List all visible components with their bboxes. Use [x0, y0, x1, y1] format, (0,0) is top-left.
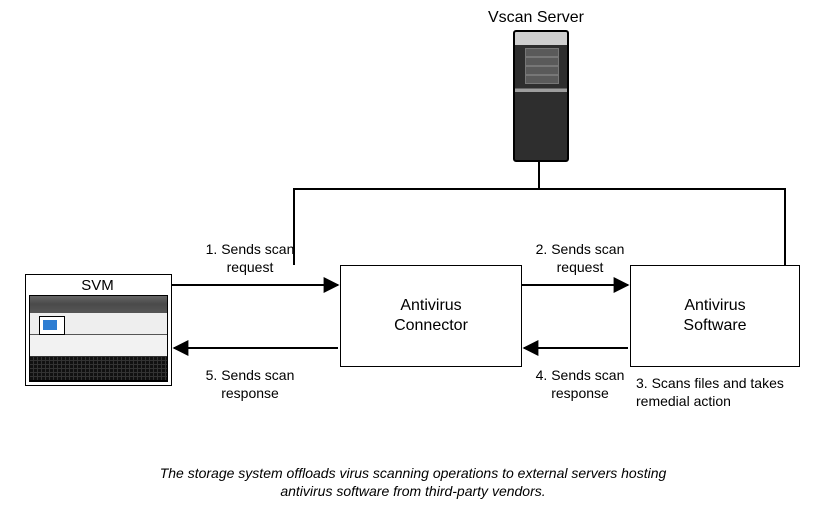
bracket-right: [784, 188, 786, 265]
svm-label: SVM: [25, 277, 170, 296]
vscan-server-title: Vscan Server: [471, 8, 601, 28]
antivirus-connector-label: Antivirus Connector: [341, 296, 521, 336]
bracket-horizontal: [293, 188, 786, 190]
antivirus-software-box: Antivirus Software: [630, 265, 800, 367]
antivirus-connector-box: Antivirus Connector: [340, 265, 522, 367]
flow-arrows: [0, 0, 825, 525]
step-4-label: 4. Sends scan response: [525, 367, 635, 402]
vscan-server-icon: [513, 30, 569, 162]
svm-appliance-icon: [29, 295, 168, 382]
step-2-label: 2. Sends scan request: [525, 241, 635, 276]
step-5-label: 5. Sends scan response: [190, 367, 310, 402]
diagram-caption: The storage system offloads virus scanni…: [138, 465, 688, 500]
step-1-label: 1. Sends scan request: [190, 241, 310, 276]
step-3-label: 3. Scans files and takes remedial action: [630, 375, 804, 410]
antivirus-software-label: Antivirus Software: [631, 296, 799, 336]
bracket-stem: [538, 160, 540, 188]
